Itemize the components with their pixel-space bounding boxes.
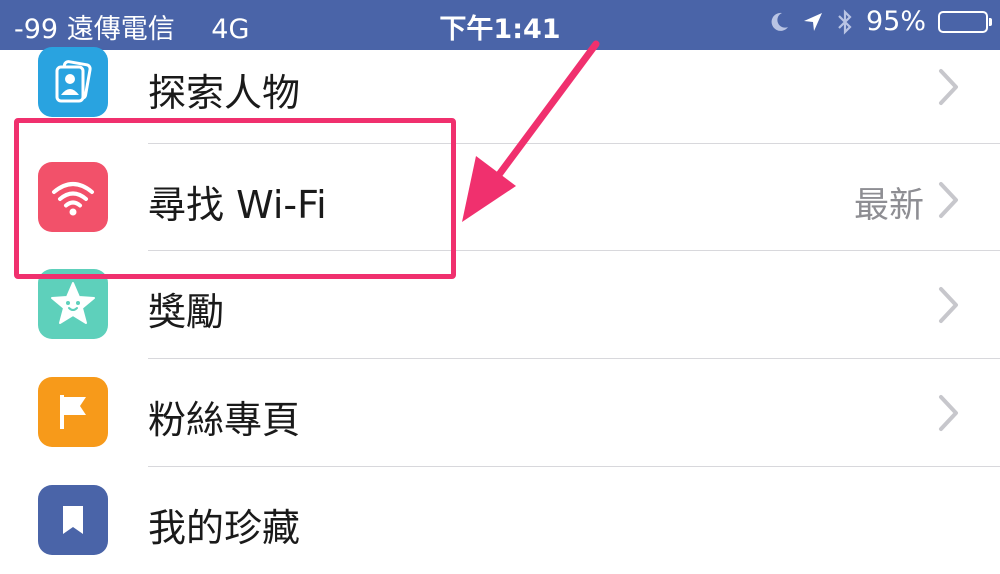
menu-item-label: 探索人物 [148, 71, 301, 115]
new-badge: 最新 [853, 186, 924, 226]
chevron-right-icon [939, 395, 958, 431]
battery-icon [938, 10, 992, 33]
menu-item-label: 我的珍藏 [148, 506, 301, 550]
chevron-right-icon [939, 69, 958, 105]
location-arrow-icon [802, 11, 824, 33]
flag-icon [38, 377, 108, 447]
menu-item-fan-pages[interactable]: 粉絲專頁 [0, 359, 1000, 466]
bluetooth-icon [836, 8, 854, 36]
moon-icon [768, 11, 790, 33]
annotation-highlight-box [14, 118, 456, 279]
status-right: 95% [768, 6, 992, 37]
menu-item-label: 獎勵 [148, 290, 225, 334]
people-card-icon [38, 47, 108, 117]
menu-item-saved[interactable]: 我的珍藏 [0, 467, 1000, 574]
chevron-right-icon [939, 287, 958, 323]
menu-item-label: 粉絲專頁 [148, 398, 301, 442]
bookmark-icon [38, 485, 108, 555]
chevron-right-icon [939, 182, 958, 218]
battery-percent: 95% [865, 6, 926, 37]
star-face-icon [38, 269, 108, 339]
